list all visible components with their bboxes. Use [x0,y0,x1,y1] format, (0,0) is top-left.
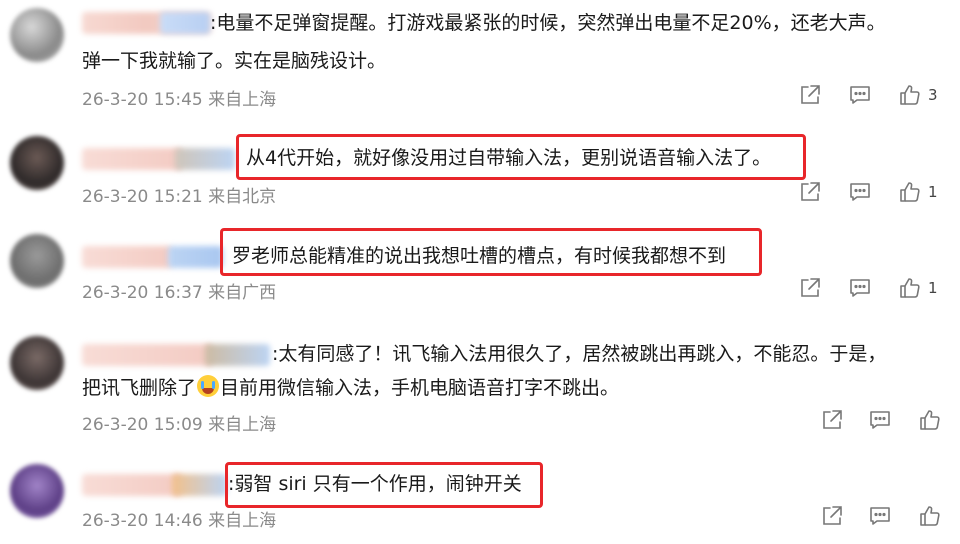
comment-item: 从4代开始，就好像没用过自带输入法，更别说语音输入法了。 26-3-20 15:… [0,120,960,220]
like-count: 1 [928,279,938,297]
username-badge [160,12,210,34]
username-badge [172,474,227,496]
comment-meta: 26-3-20 15:21 来自北京 [82,182,276,207]
share-button[interactable] [820,408,844,432]
share-icon [798,276,822,300]
share-button[interactable] [798,180,822,204]
share-icon [798,83,822,107]
comment-text: 从4代开始，就好像没用过自带输入法，更别说语音输入法了。 [246,147,772,169]
comment-icon [848,180,872,204]
thumbs-up-icon [898,180,922,204]
like-button[interactable] [918,408,948,432]
avatar[interactable] [10,136,64,190]
comment-item: :弱智 siri 只有一个作用，闹钟开关 26-3-20 14:46 来自上海 [0,450,960,544]
username[interactable] [82,148,182,170]
comment-icon [868,504,892,528]
avatar[interactable] [10,8,64,62]
reply-button[interactable] [848,276,872,300]
like-button[interactable] [918,504,948,528]
comment-time: 26-3-20 16:37 [82,283,203,303]
username[interactable] [82,246,172,268]
comment-text: :太有同感了！讯飞输入法用很久了，居然被跳出再跳入，不能忍。于是， [272,343,887,365]
comment-location: 来自北京 [208,187,277,207]
comment-time: 26-3-20 15:21 [82,187,203,207]
comment-location: 来自上海 [208,511,277,531]
reply-button[interactable] [868,504,892,528]
comment-text: 弹一下我就输了。实在是脑残设计。 [82,50,387,72]
share-icon [820,504,844,528]
like-button[interactable]: 3 [898,83,938,107]
username-badge [205,344,270,366]
share-button[interactable] [820,504,844,528]
comment-text: 把讯飞删除了 目前用微信输入法，手机电脑语音打字不跳出。 [82,375,620,399]
username[interactable] [82,474,182,496]
comment-time: 26-3-20 15:45 [82,90,203,110]
comment-icon [868,408,892,432]
comment-text: :电量不足弹窗提醒。打游戏最紧张的时候，突然弹出电量不足20%，还老大声。 [210,12,886,34]
reply-button[interactable] [868,408,892,432]
comment-item: :太有同感了！讯飞输入法用很久了，居然被跳出再跳入，不能忍。于是， 把讯飞删除了… [0,320,960,450]
comment-meta: 26-3-20 14:46 来自上海 [82,506,276,531]
like-count: 3 [928,86,938,104]
username[interactable] [82,344,212,366]
comment-location: 来自上海 [208,90,277,110]
comment-location: 来自上海 [208,415,277,435]
thumbs-up-icon [918,408,942,432]
comment-item: 罗老师总能精准的说出我想吐槽的槽点，有时候我都想不到 26-3-20 16:37… [0,220,960,320]
comment-item: :电量不足弹窗提醒。打游戏最紧张的时候，突然弹出电量不足20%，还老大声。 弹一… [0,0,960,120]
avatar[interactable] [10,336,64,390]
comment-meta: 26-3-20 15:45 来自上海 [82,85,276,110]
thumbs-up-icon [918,504,942,528]
share-button[interactable] [798,83,822,107]
share-icon [798,180,822,204]
comment-text: :弱智 siri 只有一个作用，闹钟开关 [228,473,522,495]
share-icon [820,408,844,432]
thumbs-up-icon [898,83,922,107]
comment-meta: 26-3-20 16:37 来自广西 [82,278,276,303]
username-badge [175,148,235,170]
comment-time: 26-3-20 15:09 [82,415,203,435]
comment-meta: 26-3-20 15:09 来自上海 [82,410,276,435]
crying-laughing-emoji [197,375,220,397]
avatar[interactable] [10,464,64,518]
thumbs-up-icon [898,276,922,300]
comment-location: 来自广西 [208,283,277,303]
like-button[interactable]: 1 [898,276,938,300]
avatar[interactable] [10,234,64,288]
comment-icon [848,276,872,300]
like-button[interactable]: 1 [898,180,938,204]
comment-time: 26-3-20 14:46 [82,511,203,531]
comment-icon [848,83,872,107]
reply-button[interactable] [848,83,872,107]
share-button[interactable] [798,276,822,300]
comment-text: 罗老师总能精准的说出我想吐槽的槽点，有时候我都想不到 [232,245,727,267]
like-count: 1 [928,183,938,201]
reply-button[interactable] [848,180,872,204]
username-badge [168,246,223,268]
